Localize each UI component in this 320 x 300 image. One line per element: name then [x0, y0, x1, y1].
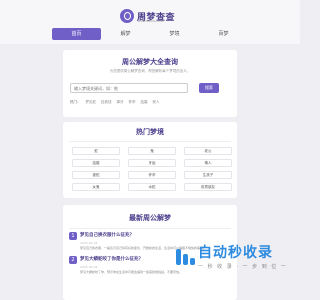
bar-chart-icon [175, 247, 195, 267]
dream-link[interactable]: 情人 [184, 158, 232, 167]
watermark: 自动秒收录 一 秒 收 录 · 一 步 到 位 一 [175, 237, 293, 277]
nav-item-dreams[interactable]: 梦境 [150, 28, 199, 40]
dream-link[interactable]: 被蛇 [72, 170, 120, 179]
logo-subtitle: ZHOUMENG.COM [138, 19, 164, 23]
nav-item-hundred-dreams[interactable]: 百梦 [199, 28, 248, 40]
search-row: 搜索 [70, 83, 219, 93]
latest-title: 最新周公解梦 [129, 214, 171, 222]
hot-dreams-grid: 蛇 鬼 老公 结婚 牙齿 情人 被蛇 怀孕 生孩子 女鬼 水蛇 前男朋友 [63, 142, 237, 196]
hot-dreams-title: 热门梦境 [136, 128, 164, 136]
dream-link[interactable]: 女鬼 [72, 182, 120, 191]
dream-link[interactable]: 蛇 [72, 146, 120, 155]
dream-link[interactable]: 水蛇 [128, 182, 176, 191]
hot-terms-label: 热门： [70, 100, 81, 104]
search-button[interactable]: 搜索 [199, 83, 219, 93]
nav-item-dream-interpret[interactable]: 解梦 [101, 28, 150, 40]
search-card-desc: 为您提供周公解梦查询，帮您解析每个梦境的含义。 [109, 69, 191, 73]
nav-item-home[interactable]: 首页 [52, 28, 101, 40]
watermark-sub-text: 一 秒 收 录 · 一 步 到 位 一 [198, 264, 288, 270]
logo-icon [120, 9, 134, 23]
search-card: 周公解梦大全查询 为您提供周公解梦查询，帮您解析每个梦境的含义。 搜索 热门： … [63, 50, 237, 117]
dream-link[interactable]: 前男朋友 [184, 182, 232, 191]
hot-term-link[interactable]: 怀孕 [129, 100, 136, 105]
search-card-title: 周公解梦大全查询 [122, 58, 178, 66]
search-input[interactable] [70, 83, 188, 93]
dream-link[interactable]: 老公 [184, 146, 232, 155]
hot-term-link[interactable]: 梦见蛇 [86, 100, 97, 105]
dream-link[interactable]: 牙齿 [128, 158, 176, 167]
dream-link[interactable]: 生孩子 [184, 170, 232, 179]
hot-terms-row: 热门： 梦见蛇 捡到钱 掉牙 怀孕 结婚 死人 [70, 100, 165, 105]
dream-link[interactable]: 鬼 [128, 146, 176, 155]
hot-term-link[interactable]: 结婚 [141, 100, 148, 105]
hot-term-link[interactable]: 死人 [153, 100, 160, 105]
main-nav: 首页 解梦 梦境 百梦 [52, 28, 248, 40]
dream-link[interactable]: 怀孕 [128, 170, 176, 179]
post-number-badge: 1 [69, 231, 77, 240]
dream-link[interactable]: 结婚 [72, 158, 120, 167]
hot-dreams-card: 热门梦境 蛇 鬼 老公 结婚 牙齿 情人 被蛇 怀孕 生孩子 女鬼 水蛇 前男朋… [63, 122, 237, 198]
logo[interactable]: 周梦查查 [120, 6, 175, 26]
hot-term-link[interactable]: 捡到钱 [101, 100, 112, 105]
hot-term-link[interactable]: 掉牙 [117, 100, 124, 105]
header: 周梦查查 ZHOUMENG.COM 首页 解梦 梦境 百梦 [0, 0, 300, 44]
watermark-main-text: 自动秒收录 [198, 245, 273, 261]
post-number-badge: 2 [69, 256, 77, 264]
